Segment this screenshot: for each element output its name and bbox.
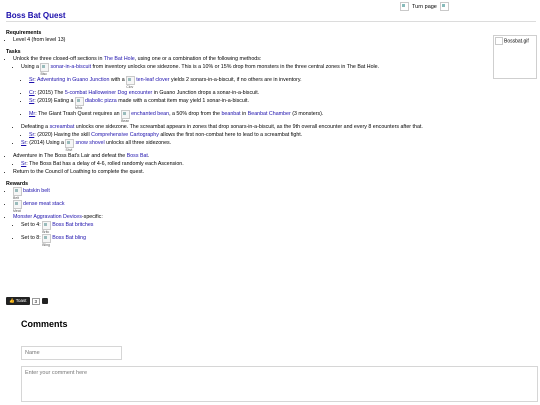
title-divider xyxy=(6,21,536,22)
comments-header: Comments xyxy=(21,319,68,329)
turn-page-nav: Turn page xyxy=(400,2,449,11)
comment-textarea[interactable] xyxy=(21,366,538,402)
diabolic-pizza-link[interactable]: diabolic pizza xyxy=(85,98,117,104)
item-image: Shvl xyxy=(65,139,75,152)
next-page-icon[interactable] xyxy=(439,2,449,11)
quest-content: Requirements Level 4 (from level 13) Tas… xyxy=(6,25,488,247)
item-image: Bean xyxy=(121,110,131,123)
list-item: Beltbatskin belt xyxy=(13,187,488,200)
beanbat-link[interactable]: beanbat xyxy=(221,111,240,117)
boss-bat-britches-link[interactable]: Boss Bat britches xyxy=(52,222,93,228)
page-title: Boss Bat Quest xyxy=(6,11,66,20)
list-item: Set to 8: BlingBoss Bat bling xyxy=(21,234,488,247)
tasks-list: Unlock the three closed-off sections in … xyxy=(6,55,488,176)
guano-junction-link[interactable]: Adventuring in Guano Junction xyxy=(37,77,109,83)
list-item: Sr: (2020) Having the skill Comprehensiv… xyxy=(29,131,488,139)
boss-bat-link[interactable]: Boss Bat xyxy=(127,153,148,159)
comprehensive-cartography-link[interactable]: Comprehensive Cartography xyxy=(91,132,159,138)
enchanted-bean-link[interactable]: enchanted bean xyxy=(131,111,169,117)
list-item: Sr: (2014) Using a Shvlsnow shovel unloc… xyxy=(21,139,488,152)
monster-aggravation-devices-link[interactable]: Monster Aggravation Devices xyxy=(13,214,82,220)
item-image: Belt xyxy=(13,187,22,200)
list-item: Defeating a screambat unlocks one sidezo… xyxy=(21,123,488,139)
ten-leaf-clover-link[interactable]: ten-leaf clover xyxy=(136,77,169,83)
list-item: Mr: The Giant Trash Quest requires an Be… xyxy=(29,110,488,123)
prev-page-icon[interactable] xyxy=(400,2,409,11)
screambat-link[interactable]: screambat xyxy=(50,124,75,130)
list-item: Meatdense meat stack xyxy=(13,200,488,213)
comment-bubble-icon[interactable] xyxy=(42,298,49,304)
the-bat-hole-link[interactable]: The Bat Hole xyxy=(104,56,135,62)
dense-meat-stack-link[interactable]: dense meat stack xyxy=(23,201,65,207)
list-item: Level 4 (from level 13) xyxy=(13,36,488,44)
broken-image-icon xyxy=(495,37,503,45)
boss-bat-bling-link[interactable]: Boss Bat bling xyxy=(52,235,86,241)
item-image: Britc xyxy=(42,221,52,234)
snow-shovel-link[interactable]: snow shovel xyxy=(75,140,104,146)
name-input[interactable] xyxy=(21,346,122,360)
list-item: Adventure in The Boss Bat's Lair and def… xyxy=(13,152,488,168)
beanbat-chamber-link[interactable]: Beanbat Chamber xyxy=(248,111,291,117)
item-image: Bisc xyxy=(40,63,50,76)
sonar-in-a-biscuit-link[interactable]: sonar-in-a-biscuit xyxy=(50,64,91,70)
item-image: Meat xyxy=(13,200,22,213)
toast-widget: 👍 Toast 3 xyxy=(6,297,49,305)
turn-page-label: Turn page xyxy=(412,3,437,10)
list-item: Set to 4: BritcBoss Bat britches xyxy=(21,221,488,234)
item-image: Mhiz xyxy=(74,97,84,110)
sidebar-image: Bossbat.gif xyxy=(493,35,537,79)
item-image: Bling xyxy=(42,234,52,247)
list-item: Monster Aggravation Devices-specific: Se… xyxy=(13,213,488,247)
list-item: Sr: Adventuring in Guano Junction with a… xyxy=(29,76,488,89)
list-item: Unlock the three closed-off sections in … xyxy=(13,55,488,152)
list-item: Cr: (2015) The 5-combat Halloweiner Dog … xyxy=(29,89,488,97)
rewards-list: Beltbatskin belt Meatdense meat stack Mo… xyxy=(6,187,488,247)
requirements-list: Level 4 (from level 13) xyxy=(6,36,488,44)
list-item: Sr: The Boss Bat has a delay of 4-6, rol… xyxy=(21,160,488,168)
list-item: Using a Biscsonar-in-a-biscuit from inve… xyxy=(21,63,488,123)
batskin-belt-link[interactable]: batskin belt xyxy=(23,188,50,194)
item-image: Clov xyxy=(126,76,136,89)
halloweiner-dog-link[interactable]: 5-combat Halloweiner Dog encounter xyxy=(65,90,152,96)
list-item: Return to the Council of Loathing to com… xyxy=(13,168,488,176)
toast-count: 3 xyxy=(31,297,41,305)
list-item: Sr: (2019) Eating a Mhizdiabolic pizza m… xyxy=(29,97,488,110)
toast-button[interactable]: 👍 Toast xyxy=(6,297,30,305)
